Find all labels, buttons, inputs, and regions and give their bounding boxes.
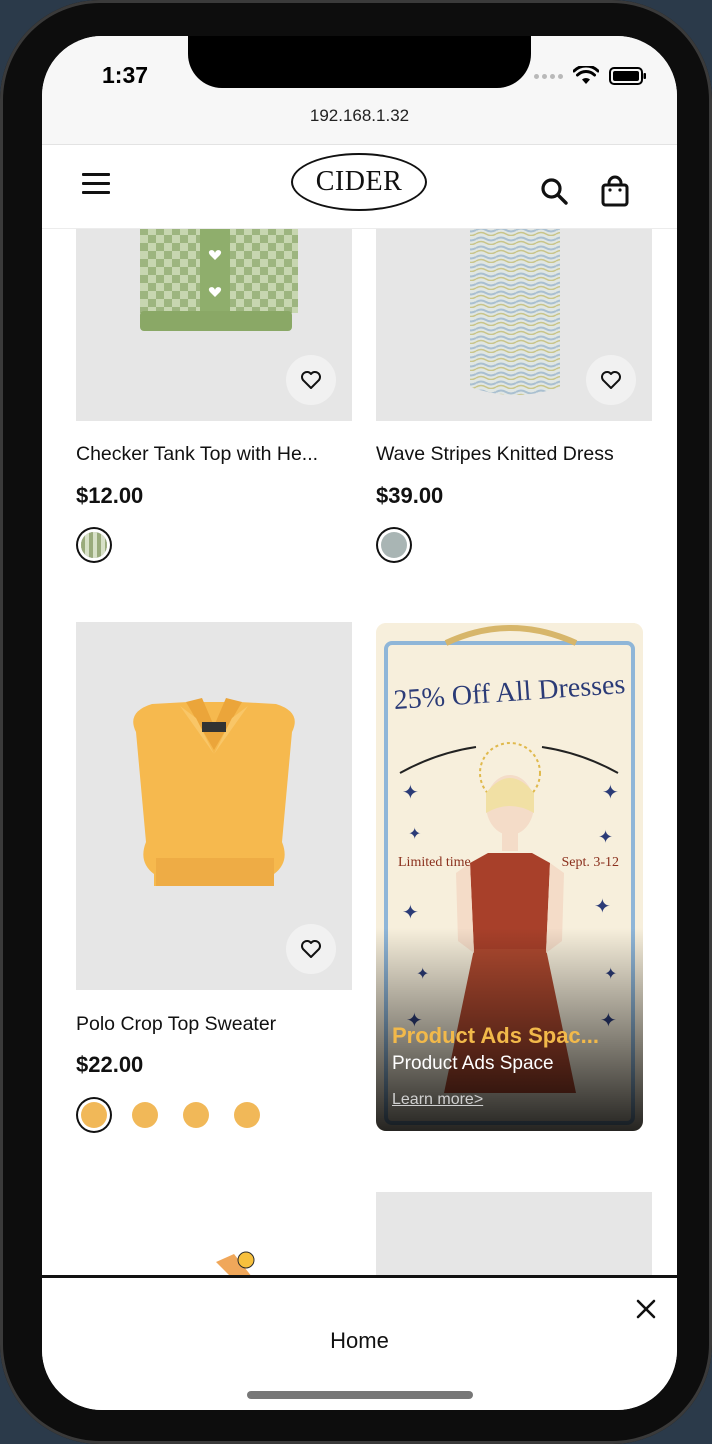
product-card[interactable]: [376, 1192, 652, 1277]
signal-icon: [534, 73, 563, 79]
product-title[interactable]: Wave Stripes Knitted Dress: [376, 443, 652, 466]
ad-title: Product Ads Spac...: [392, 1023, 600, 1048]
bottom-bar: Home: [42, 1275, 677, 1410]
product-grid: Checker Tank Top with He... $12.00 Wave …: [42, 227, 677, 1277]
product-image[interactable]: [76, 227, 352, 421]
heart-icon: [301, 940, 321, 958]
product-card[interactable]: Wave Stripes Knitted Dress $39.00: [376, 227, 652, 567]
product-image[interactable]: [376, 227, 652, 421]
color-swatch[interactable]: [234, 1102, 260, 1128]
product-card[interactable]: [76, 1192, 352, 1277]
heart-icon: [601, 371, 621, 389]
product-card[interactable]: Polo Crop Top Sweater $22.00: [76, 622, 352, 1142]
product-title[interactable]: Checker Tank Top with He...: [76, 443, 352, 466]
shopping-bag-icon[interactable]: [600, 175, 630, 207]
product-image[interactable]: [76, 1192, 352, 1277]
color-swatch[interactable]: [132, 1102, 158, 1128]
product-price: $12.00: [76, 483, 144, 508]
notch: [188, 36, 531, 88]
ad-subtitle: Product Ads Space: [392, 1053, 554, 1074]
product-image[interactable]: [76, 622, 352, 990]
status-icons: [534, 66, 647, 86]
clock: 1:37: [102, 62, 149, 88]
screen: 1:37 192.168.1.32 CIDER Checker Tank Top…: [42, 36, 677, 1410]
phone-frame: 1:37 192.168.1.32 CIDER Checker Tank Top…: [0, 0, 712, 1444]
ad-left-text: Limited time: [398, 855, 471, 870]
product-price: $39.00: [376, 483, 444, 508]
color-swatch[interactable]: [81, 532, 107, 558]
url-bar[interactable]: 192.168.1.32: [42, 106, 677, 126]
battery-icon: [609, 67, 646, 85]
favorite-button[interactable]: [286, 924, 336, 974]
close-icon[interactable]: [635, 1298, 657, 1320]
learn-more-link[interactable]: Learn more>: [392, 1091, 483, 1109]
product-image-partial: [216, 1251, 255, 1277]
color-swatch[interactable]: [183, 1102, 209, 1128]
wifi-icon: [573, 66, 599, 84]
favorite-button[interactable]: [286, 355, 336, 405]
ad-right-text: Sept. 3-12: [561, 855, 619, 870]
home-label[interactable]: Home: [42, 1328, 677, 1354]
heart-icon: [301, 371, 321, 389]
color-swatches: [381, 532, 407, 558]
search-icon[interactable]: [540, 177, 568, 205]
color-swatches: [81, 1102, 260, 1128]
product-title[interactable]: Polo Crop Top Sweater: [76, 1013, 352, 1036]
color-swatches: [81, 532, 107, 558]
product-price: $22.00: [76, 1052, 144, 1077]
hamburger-menu-icon[interactable]: [82, 173, 110, 195]
product-card[interactable]: Checker Tank Top with He... $12.00: [76, 227, 352, 567]
favorite-button[interactable]: [586, 355, 636, 405]
color-swatch[interactable]: [381, 532, 407, 558]
color-swatch[interactable]: [81, 1102, 107, 1128]
app-header: CIDER: [42, 144, 677, 229]
product-ad-card[interactable]: ✦ ✦ ✦ ✦ ✦ ✦ ✦ ✦ ✦ ✦: [376, 623, 643, 1131]
product-image[interactable]: [376, 1192, 652, 1277]
cider-logo[interactable]: CIDER: [291, 153, 427, 211]
home-indicator: [247, 1391, 473, 1399]
